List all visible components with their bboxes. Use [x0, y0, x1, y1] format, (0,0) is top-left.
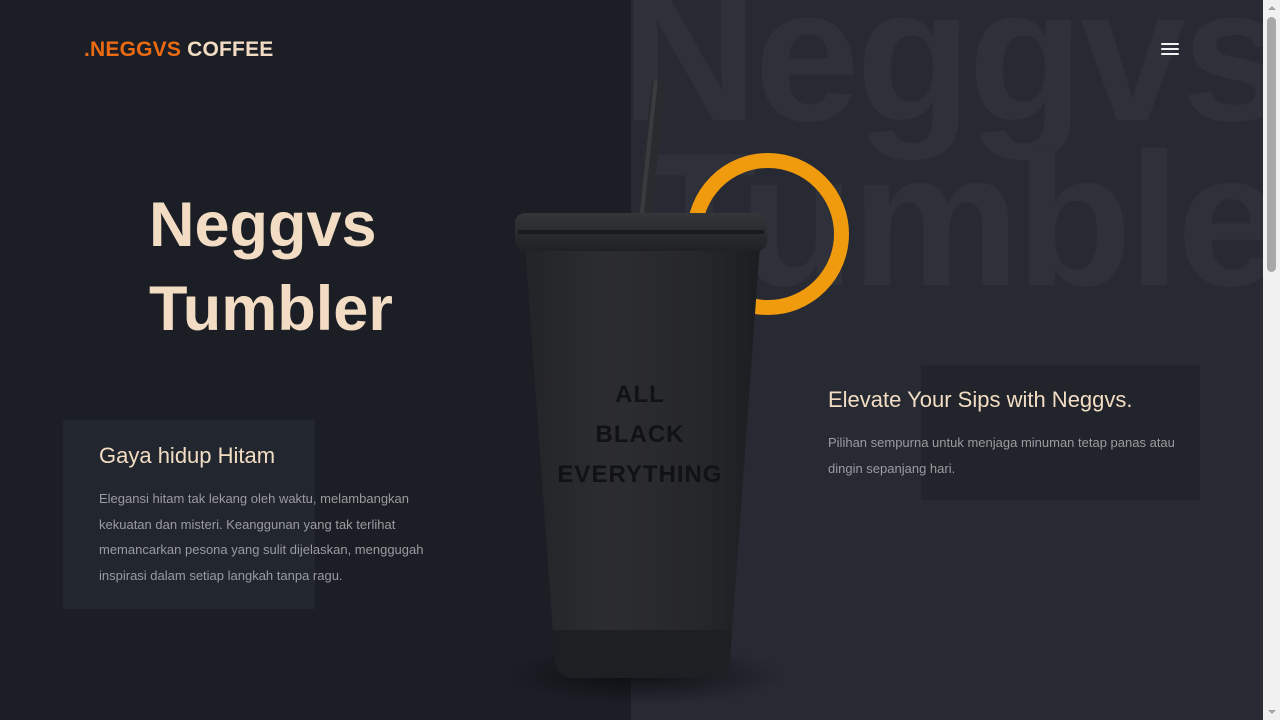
right-card-heading: Elevate Your Sips with Neggvs.	[828, 387, 1133, 412]
vertical-scrollbar[interactable]	[1263, 0, 1280, 720]
hamburger-menu-icon[interactable]	[1161, 43, 1179, 57]
cup-print-line-3: EVERYTHING	[557, 461, 723, 488]
scrollbar-thumb[interactable]	[1267, 17, 1276, 272]
left-card-body: Elegansi hitam tak lekang oleh waktu, me…	[99, 491, 424, 583]
tumbler-product-image: ALL BLACK EVERYTHING EST. 2018	[470, 70, 810, 710]
hero-title: Neggvs Tumbler	[149, 183, 393, 351]
cup-est-label: EST. 2018	[621, 514, 659, 521]
site-logo[interactable]: .NEGGVS COFFEE	[84, 38, 274, 62]
logo-prefix: .NEGGVS	[84, 38, 182, 61]
scroll-up-arrow-icon[interactable]	[1263, 0, 1280, 17]
hero-title-line-1: Neggvs	[149, 190, 377, 260]
scroll-down-arrow-icon[interactable]	[1263, 703, 1280, 720]
logo-suffix: COFFEE	[181, 38, 274, 61]
cup-print: ALL BLACK EVERYTHING	[470, 375, 810, 495]
cup-print-line-2: BLACK	[595, 421, 685, 448]
left-card-heading: Gaya hidup Hitam	[99, 443, 276, 468]
right-card-body: Pilihan sempurna untuk menjaga minuman t…	[828, 435, 1175, 476]
cup-print-line-1: ALL	[615, 381, 665, 408]
hero-title-line-2: Tumbler	[149, 274, 393, 344]
